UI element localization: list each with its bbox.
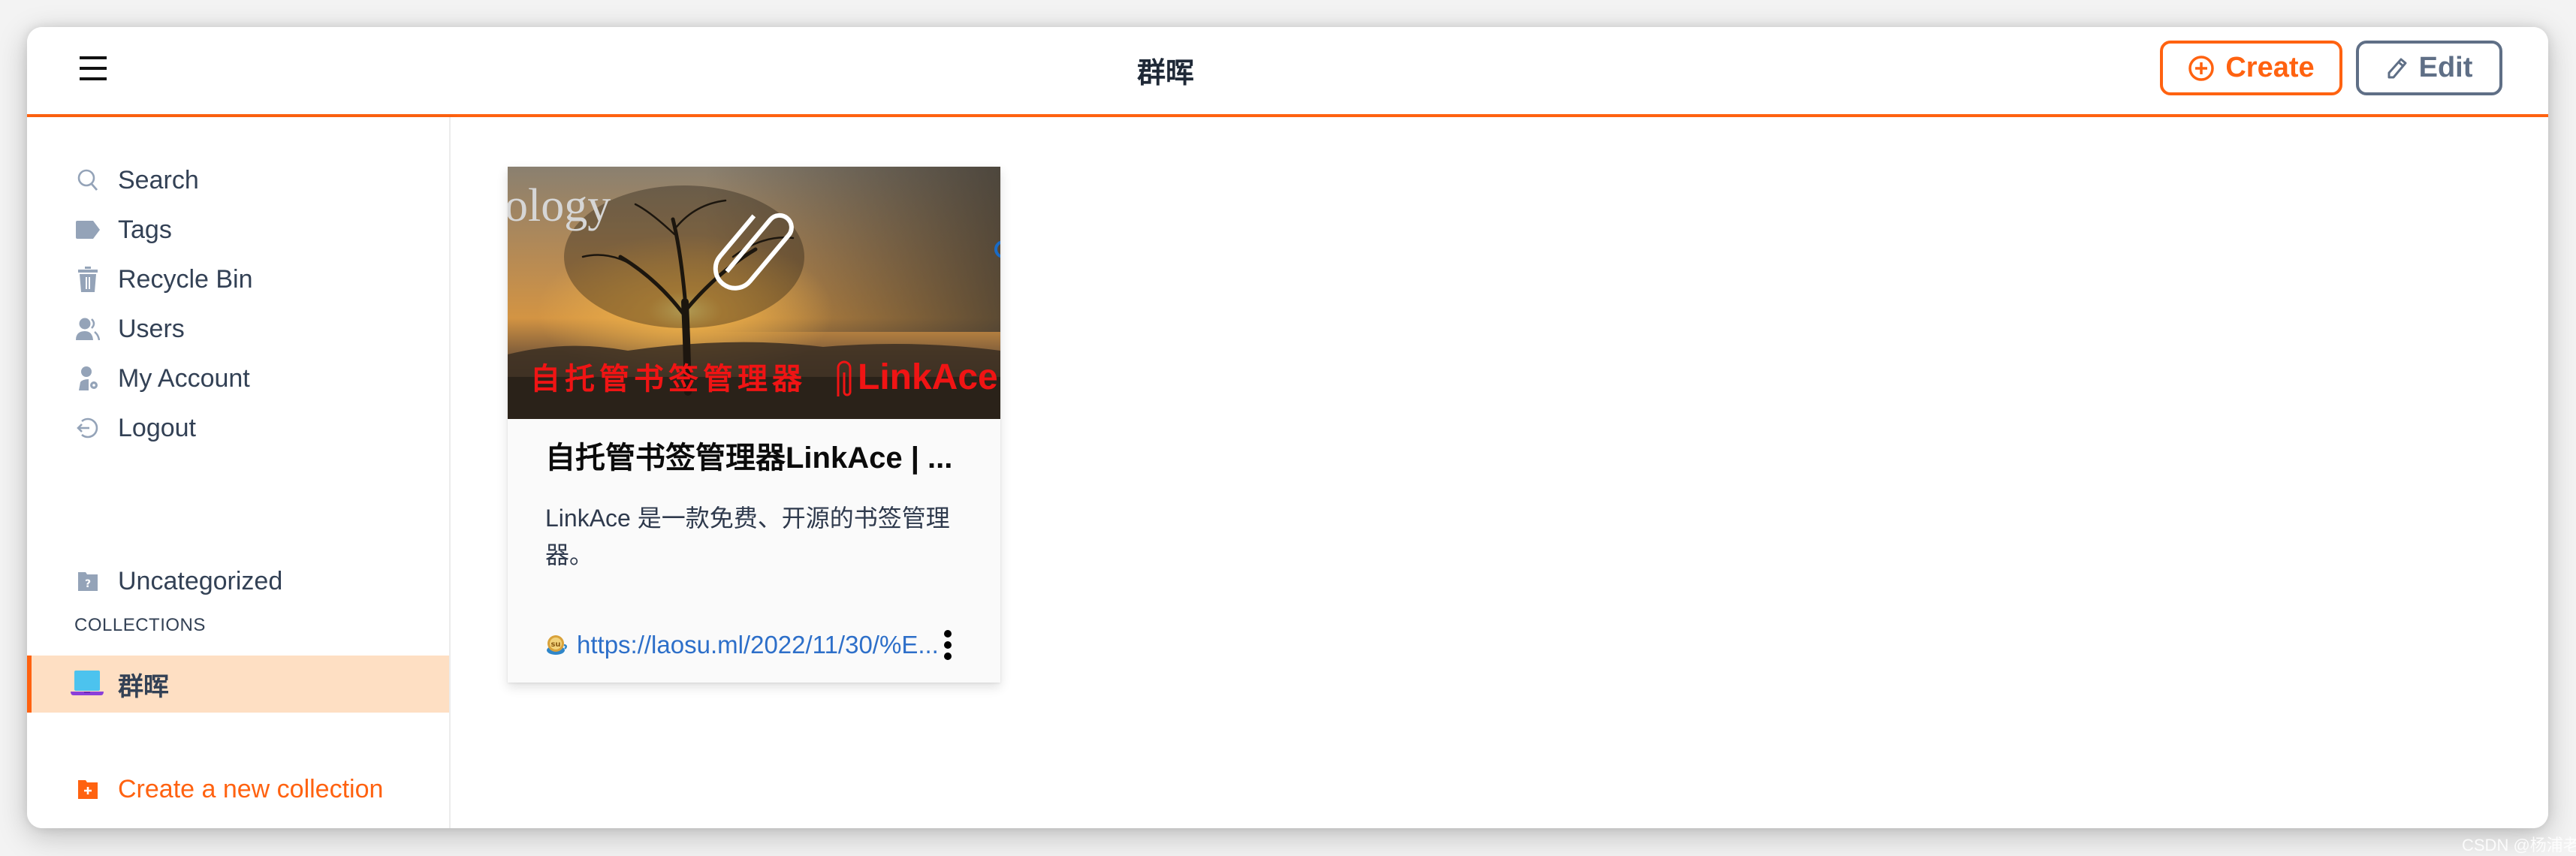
user-gear-icon [75, 366, 101, 391]
thumbnail-brand-text: LinkAce [858, 357, 998, 397]
svg-text:su: su [550, 640, 560, 649]
page-title: 群晖 [1136, 58, 1194, 89]
top-header: 群晖 Create Edit [27, 27, 2548, 117]
more-vertical-icon[interactable] [940, 626, 955, 664]
sidebar-item-label: Users [118, 314, 185, 343]
sidebar-item-search[interactable]: Search [27, 159, 449, 201]
main-content: ology 自托管书签管理器 LinkAce 自托管书签管理器LinkAce |… [451, 117, 2548, 828]
sidebar-item-uncategorized[interactable]: ? Uncategorized [27, 560, 449, 602]
edit-button-label: Edit [2418, 52, 2473, 83]
sidebar-item-recycle-bin[interactable]: Recycle Bin [27, 258, 449, 300]
collection-item[interactable]: 群晖 [27, 656, 449, 713]
link-title[interactable]: 自托管书签管理器LinkAce | ... [545, 422, 966, 494]
link-description: LinkAce 是一款免费、开源的书签管理器。 [545, 505, 950, 568]
trash-icon [75, 267, 101, 292]
pencil-icon [2387, 58, 2407, 78]
watermark: CSDN @杨浦老苏 [2462, 836, 2576, 854]
svg-text:?: ? [85, 578, 91, 590]
folder-question-icon: ? [75, 568, 101, 594]
link-url-row: su https://laosu.ml/2022/11/30/%E... [545, 626, 981, 664]
sidebar-item-label: Recycle Bin [118, 264, 253, 294]
collection-label: 群晖 [118, 672, 169, 701]
thumbnail-overlay-text: 自托管书签管理器 [530, 361, 807, 396]
tag-icon [75, 217, 101, 243]
sidebar-item-label: Search [118, 165, 199, 194]
create-collection-label: Create a new collection [118, 774, 384, 803]
link-url[interactable]: https://laosu.ml/2022/11/30/%E... [577, 631, 952, 659]
stumbleupon-cup-icon: su [547, 635, 567, 655]
sidebar-item-label: Logout [118, 413, 196, 442]
hamburger-menu-icon[interactable] [80, 56, 107, 80]
create-button-label: Create [2225, 52, 2315, 83]
link-thumbnail[interactable]: ology 自托管书签管理器 LinkAce [508, 167, 1000, 419]
search-icon [75, 167, 101, 193]
users-icon [75, 316, 101, 342]
edit-button[interactable]: Edit [2356, 41, 2502, 95]
thumbnail-corner-text: ology [508, 180, 611, 231]
sidebar-item-label: My Account [118, 363, 250, 393]
sidebar-item-my-account[interactable]: My Account [27, 357, 449, 399]
sidebar-item-label: Uncategorized [118, 566, 283, 595]
sidebar: Search Tags Recycle Bin Users My Account [27, 117, 451, 828]
logout-icon [75, 415, 101, 441]
folder-plus-icon [75, 776, 101, 802]
plus-circle-icon [2188, 55, 2215, 81]
sidebar-item-users[interactable]: Users [27, 308, 449, 350]
create-collection-link[interactable]: Create a new collection [27, 768, 449, 810]
sidebar-item-label: Tags [118, 215, 172, 244]
sidebar-item-logout[interactable]: Logout [27, 407, 449, 449]
sidebar-item-tags[interactable]: Tags [27, 209, 449, 251]
laptop-icon [71, 671, 104, 700]
collections-heading: COLLECTIONS [74, 615, 206, 635]
create-button[interactable]: Create [2160, 41, 2342, 95]
app-window: 群晖 Create Edit Search Tags Recycle Bin U… [27, 27, 2548, 828]
link-card[interactable]: ology 自托管书签管理器 LinkAce 自托管书签管理器LinkAce |… [508, 167, 1000, 683]
